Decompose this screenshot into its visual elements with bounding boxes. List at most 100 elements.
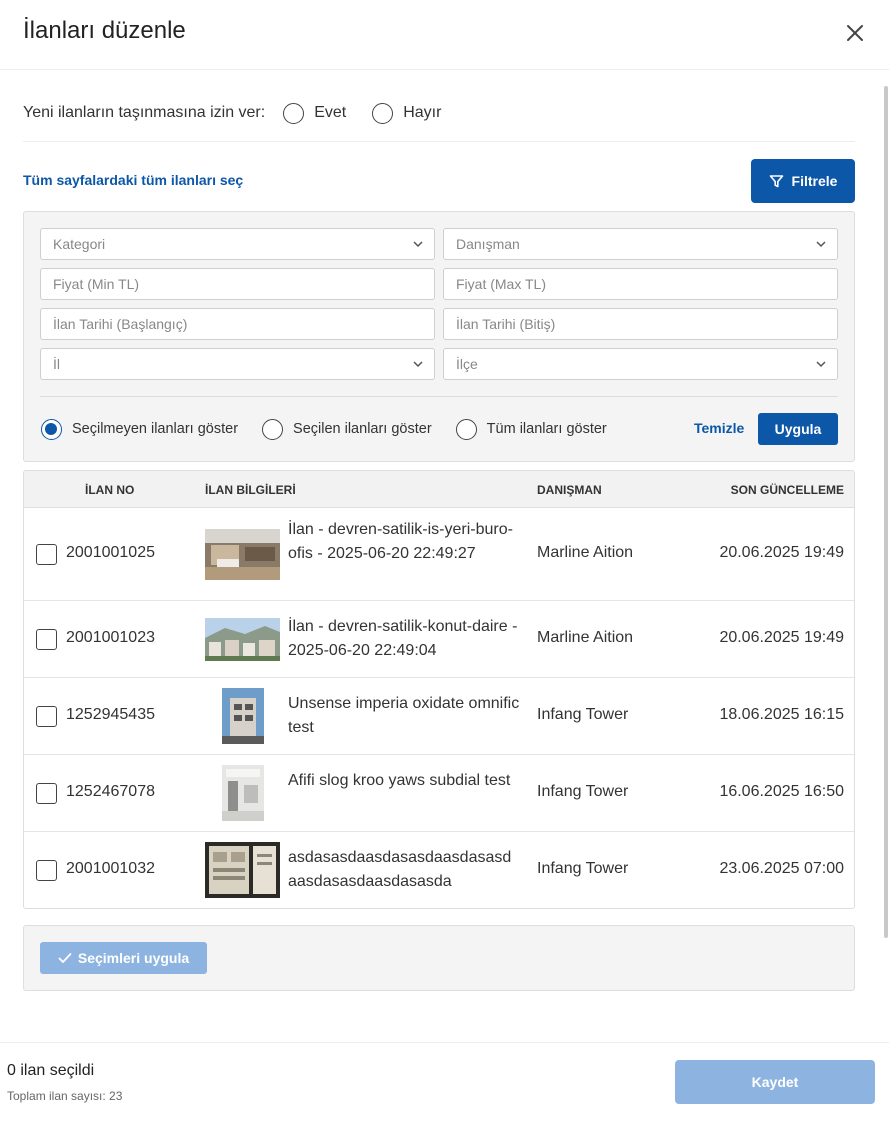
listing-advisor: Infang Tower	[537, 783, 629, 800]
clear-filters-link[interactable]: Temizle	[694, 420, 744, 436]
apply-selections-button[interactable]: Seçimleri uygula	[40, 942, 207, 974]
price-max-input[interactable]: Fiyat (Max TL)	[443, 268, 838, 300]
table-row: 2001001032 asdasasdaasdasasdaasdasasd aa…	[24, 832, 854, 908]
select-all-link[interactable]: Tüm sayfalardaki tüm ilanları seç	[23, 172, 243, 188]
listing-advisor: Infang Tower	[537, 860, 629, 877]
migrate-question: Yeni ilanların taşınmasına izin ver: Eve…	[23, 98, 855, 142]
listing-info: asdasasdaasdasasdaasdasasd aasdasasdaasd…	[288, 849, 512, 890]
apply-filters-button[interactable]: Uygula	[758, 413, 838, 445]
listing-no: 2001001025	[66, 544, 155, 561]
table-row: 2001001023 İlan - devren-satilik-konut-d…	[24, 601, 854, 678]
listing-thumbnail	[205, 618, 280, 661]
close-button[interactable]	[842, 20, 868, 46]
scrollbar[interactable]	[884, 86, 888, 938]
row-checkbox[interactable]	[36, 706, 57, 727]
listing-updated: 16.06.2025 16:50	[719, 783, 844, 800]
price-min-input[interactable]: Fiyat (Min TL)	[40, 268, 435, 300]
category-placeholder: Kategori	[53, 236, 106, 252]
listing-info: İlan - devren-satilik-konut-daire - 2025…	[288, 618, 518, 659]
filter-button-label: Filtrele	[791, 173, 838, 189]
chevron-down-icon	[816, 241, 826, 248]
migrate-option-yes[interactable]: Evet	[283, 98, 346, 128]
radio-show-selected[interactable]	[262, 418, 284, 440]
header-no: İLAN NO	[85, 483, 135, 497]
radio-yes-label: Evet	[314, 104, 347, 121]
show-all-label: Tüm ilanları göster	[486, 421, 607, 437]
listing-info: İlan - devren-satilik-is-yeri-buro-ofis …	[288, 521, 513, 562]
filter-icon	[769, 174, 783, 187]
show-selected-label: Seçilen ilanları göster	[293, 421, 432, 437]
category-select[interactable]: Kategori	[40, 228, 435, 260]
radio-show-unselected[interactable]	[41, 418, 62, 440]
radio-no[interactable]	[372, 102, 394, 124]
table-row: 1252945435 Unsense imperia oxidate omnif…	[24, 678, 854, 755]
listing-thumbnail	[205, 842, 280, 898]
migrate-label: Yeni ilanların taşınmasına izin ver:	[23, 104, 266, 121]
apply-selections-panel: Seçimleri uygula	[23, 925, 855, 991]
close-icon	[847, 25, 863, 41]
filter-panel: Kategori Danışman Fiyat (Min TL) Fiyat (…	[23, 211, 855, 462]
advisor-select[interactable]: Danışman	[443, 228, 838, 260]
filter-button[interactable]: Filtrele	[751, 159, 855, 203]
show-all-option[interactable]: Tüm ilanları göster	[455, 414, 607, 444]
table-row: 2001001025 İlan - devren-satilik-is-yeri…	[24, 508, 854, 601]
row-checkbox[interactable]	[36, 860, 57, 881]
listing-updated: 23.06.2025 07:00	[719, 860, 844, 877]
listing-no: 2001001023	[66, 629, 155, 646]
district-select[interactable]: İlçe	[443, 348, 838, 380]
radio-show-all[interactable]	[455, 418, 477, 440]
modal-header: İlanları düzenle	[0, 0, 889, 70]
listing-info: Afifi slog kroo yaws subdial test	[288, 772, 511, 789]
listing-no: 2001001032	[66, 860, 155, 877]
row-checkbox[interactable]	[36, 783, 57, 804]
date-start-input[interactable]: İlan Tarihi (Başlangıç)	[40, 308, 435, 340]
listing-advisor: Marline Aition	[537, 629, 634, 646]
listing-info: Unsense imperia oxidate omnific test	[288, 695, 520, 736]
district-placeholder: İlçe	[456, 356, 478, 372]
row-checkbox[interactable]	[36, 544, 57, 565]
listing-no: 1252467078	[66, 783, 155, 800]
listing-updated: 20.06.2025 19:49	[719, 629, 844, 646]
listing-thumbnail	[222, 765, 264, 821]
price-min-placeholder: Fiyat (Min TL)	[53, 276, 140, 292]
table-header: İLAN NO İLAN BİLGİLERİ DANIŞMAN SON GÜNC…	[24, 471, 854, 508]
panel-divider	[40, 396, 838, 397]
date-start-placeholder: İlan Tarihi (Başlangıç)	[53, 316, 188, 332]
listing-advisor: Marline Aition	[537, 544, 634, 561]
total-count: Toplam ilan sayısı: 23	[7, 1089, 123, 1103]
show-filter-options: Seçilmeyen ilanları göster Seçilen ilanl…	[41, 416, 631, 442]
header-updated: SON GÜNCELLEME	[730, 483, 844, 497]
header-info: İLAN BİLGİLERİ	[205, 483, 296, 497]
apply-selections-label: Seçimleri uygula	[77, 950, 190, 966]
listing-thumbnail	[205, 529, 280, 580]
chevron-down-icon	[816, 361, 826, 368]
date-end-input[interactable]: İlan Tarihi (Bitiş)	[443, 308, 838, 340]
province-placeholder: İl	[53, 356, 60, 372]
date-end-placeholder: İlan Tarihi (Bitiş)	[456, 316, 556, 332]
show-selected-option[interactable]: Seçilen ilanları göster	[262, 414, 432, 444]
selected-count: 0 ilan seçildi	[7, 1062, 95, 1079]
show-unselected-option[interactable]: Seçilmeyen ilanları göster	[41, 414, 238, 444]
listing-updated: 18.06.2025 16:15	[719, 706, 844, 723]
row-checkbox[interactable]	[36, 629, 57, 650]
radio-no-label: Hayır	[403, 104, 442, 121]
advisor-placeholder: Danışman	[456, 236, 520, 252]
header-advisor: DANIŞMAN	[537, 483, 602, 497]
listings-table: İLAN NO İLAN BİLGİLERİ DANIŞMAN SON GÜNC…	[23, 470, 855, 909]
table-row: 1252467078 Afifi slog kroo yaws subdial …	[24, 755, 854, 832]
modal-title: İlanları düzenle	[23, 17, 186, 44]
chevron-down-icon	[413, 361, 423, 368]
listing-no: 1252945435	[66, 706, 155, 723]
show-unselected-label: Seçilmeyen ilanları göster	[72, 421, 239, 437]
check-icon	[58, 953, 72, 963]
radio-yes[interactable]	[283, 102, 305, 124]
listing-advisor: Infang Tower	[537, 706, 629, 723]
listing-updated: 20.06.2025 19:49	[719, 544, 844, 561]
chevron-down-icon	[413, 241, 423, 248]
listing-thumbnail	[222, 688, 264, 744]
price-max-placeholder: Fiyat (Max TL)	[456, 276, 546, 292]
migrate-option-no[interactable]: Hayır	[372, 98, 441, 128]
modal-footer: 0 ilan seçildi Toplam ilan sayısı: 23 Ka…	[0, 1042, 889, 1121]
province-select[interactable]: İl	[40, 348, 435, 380]
save-button[interactable]: Kaydet	[675, 1060, 875, 1104]
